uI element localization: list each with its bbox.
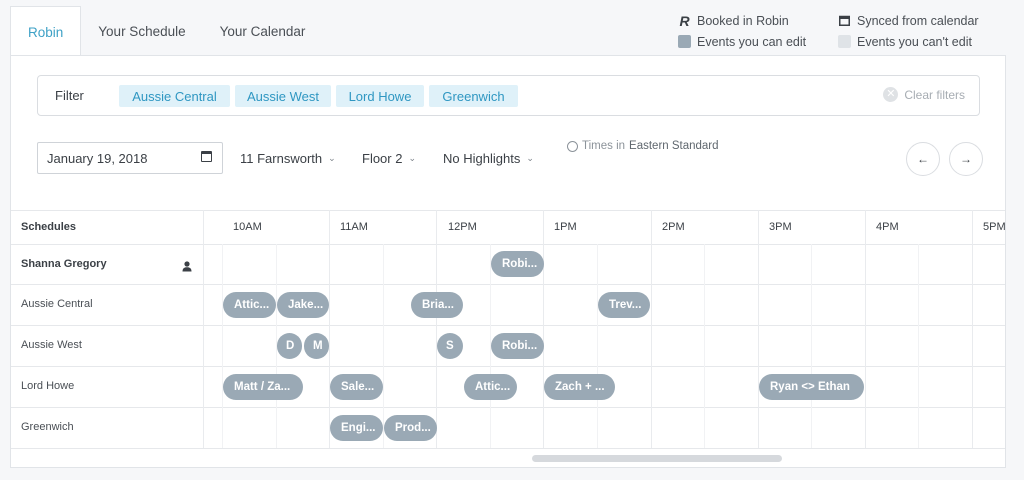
event-block[interactable]: Jake... [277,292,329,318]
legend-editable: Events you can edit [678,35,838,49]
filter-chip-lord-howe[interactable]: Lord Howe [336,85,424,107]
event-block[interactable]: Attic... [223,292,276,318]
grid-divider [758,210,759,448]
grid-divider [11,325,1005,326]
grid-divider [651,210,652,448]
event-block[interactable]: Zach + ... [544,374,615,400]
grid-divider [203,210,204,448]
row-label-lord-howe: Lord Howe [21,380,75,392]
grid-divider [11,210,1005,211]
hour-label: 4PM [876,221,899,233]
event-block[interactable]: Engi... [330,415,383,441]
chevron-down-icon: ⌄ [328,153,336,163]
clear-icon: ✕ [883,87,899,102]
grid-divider [436,210,437,448]
person-icon [182,259,192,277]
filter-bar: Filter Aussie Central Aussie West Lord H… [37,75,980,116]
event-block[interactable]: Bria... [411,292,463,318]
previous-day-button[interactable]: ← [906,142,940,176]
grid-divider [11,284,1005,285]
grid-divider [972,210,973,448]
grid-divider [597,244,598,448]
clock-icon [567,140,578,152]
filter-chip-aussie-west[interactable]: Aussie West [235,85,331,107]
legend: R Booked in Robin Synced from calendar E… [678,10,988,52]
arrow-right-icon: → [960,152,972,166]
clear-filters-button[interactable]: ✕ Clear filters [883,87,965,102]
event-block[interactable]: Trev... [598,292,650,318]
event-block[interactable]: S [437,333,463,359]
filter-chip-greenwich[interactable]: Greenwich [429,85,518,107]
hour-label: 1PM [554,221,577,233]
arrow-left-icon: ← [917,152,929,166]
hour-label: 3PM [769,221,792,233]
floor-dropdown[interactable]: Floor 2 ⌄ [362,151,416,166]
event-block[interactable]: Robi... [491,333,544,359]
event-block[interactable]: Matt / Za... [223,374,303,400]
horizontal-scrollbar[interactable] [532,455,782,462]
next-day-button[interactable]: → [949,142,983,176]
chevron-down-icon: ⌄ [408,153,417,163]
grid-divider [918,244,919,448]
calendar-icon [201,151,212,162]
grid-divider [11,448,1005,449]
legend-synced: Synced from calendar [838,14,988,28]
row-label-greenwich: Greenwich [21,421,74,433]
filter-chip-aussie-central[interactable]: Aussie Central [119,85,230,107]
hour-label: 10AM [233,221,262,233]
event-block[interactable]: Robi... [491,251,544,277]
hour-label: 11AM [340,221,368,233]
highlights-dropdown[interactable]: No Highlights ⌄ [443,151,534,166]
schedule-panel: Filter Aussie Central Aussie West Lord H… [10,55,1006,468]
tab-bar: Robin Your Schedule Your Calendar [10,6,323,56]
grid-divider [222,244,223,448]
grid-divider [543,210,544,448]
chevron-down-icon: ⌄ [526,153,534,163]
event-block[interactable]: M [304,333,329,359]
robin-logo-icon: R [679,12,690,29]
grid-divider [11,407,1005,408]
tab-your-schedule[interactable]: Your Schedule [81,6,202,55]
hour-label: 5PM [983,221,1006,233]
grid-divider [865,210,866,448]
row-label-aussie-central: Aussie Central [21,298,93,310]
timezone-note: Times in Eastern Standard [567,140,719,152]
event-block[interactable]: Ryan <> Ethan [759,374,864,400]
grid-divider [383,244,384,448]
schedules-header: Schedules [21,221,77,233]
row-label-shanna-gregory: Shanna Gregory [21,258,107,270]
event-block[interactable]: Sale... [330,374,383,400]
not-editable-swatch-icon [838,35,851,48]
event-block[interactable]: Attic... [464,374,517,400]
legend-not-editable: Events you can't edit [838,35,988,49]
grid-divider [704,244,705,448]
grid-divider [11,366,1005,367]
schedule-grid: Schedules 10AM 11AM 12PM 1PM 2PM 3PM 4PM… [11,210,1006,450]
editable-swatch-icon [678,35,691,48]
event-block[interactable]: Prod... [384,415,437,441]
filter-label: Filter [55,88,84,103]
row-label-aussie-west: Aussie West [21,339,82,351]
event-block[interactable]: D [277,333,302,359]
tab-your-calendar[interactable]: Your Calendar [203,6,323,55]
grid-divider [11,244,1005,245]
tab-robin[interactable]: Robin [10,6,82,56]
date-picker[interactable]: January 19, 2018 [37,142,223,174]
grid-divider [329,210,330,448]
hour-label: 12PM [448,221,477,233]
calendar-icon [838,14,851,27]
legend-booked: R Booked in Robin [679,12,789,29]
grid-divider [811,244,812,448]
hour-label: 2PM [662,221,685,233]
building-dropdown[interactable]: 11 Farnsworth ⌄ [240,151,336,166]
